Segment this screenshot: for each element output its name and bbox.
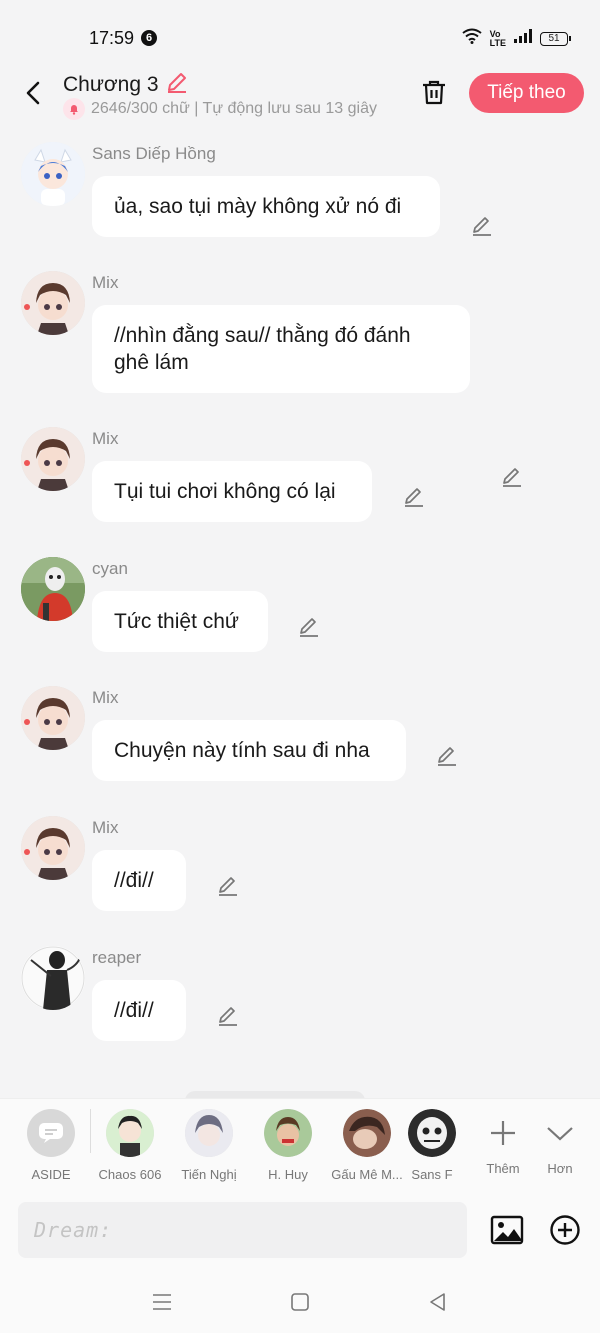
battery-icon: 51 — [540, 31, 571, 46]
edit-message-icon[interactable] — [216, 873, 240, 897]
message-bubble[interactable]: Tức thiệt chứ — [92, 591, 268, 652]
avatar[interactable] — [21, 686, 85, 750]
square-icon — [291, 1293, 309, 1311]
delete-button[interactable] — [418, 76, 450, 108]
collapse-characters-button[interactable]: Hơn — [520, 1109, 600, 1176]
home-button[interactable] — [288, 1290, 312, 1314]
edit-message-icon[interactable] — [297, 614, 321, 638]
avatar[interactable] — [21, 946, 85, 1010]
edit-title-icon[interactable] — [165, 70, 189, 99]
system-nav-bar — [0, 1270, 600, 1333]
back-nav-button[interactable] — [426, 1290, 450, 1314]
message-bubble[interactable]: //đi// — [92, 980, 186, 1041]
status-bar: 17:59 6 Vo LTE 51 — [0, 0, 600, 70]
chapter-title: Chương 3 — [63, 72, 159, 96]
character-sans[interactable]: Sans F — [406, 1109, 458, 1182]
chevron-down-icon — [536, 1109, 584, 1157]
edit-message-icon[interactable] — [470, 213, 494, 237]
character-name: ASIDE — [31, 1167, 71, 1182]
avatar[interactable] — [21, 271, 85, 335]
image-icon — [490, 1215, 524, 1245]
chapter-title-row: Chương 3 — [63, 70, 189, 99]
character-name: Gấu Mê M... — [331, 1167, 403, 1182]
character-name: H. Huy — [268, 1167, 308, 1182]
message-bubble[interactable]: //nhìn đằng sau// thằng đó đánh ghê lám — [92, 305, 470, 393]
wifi-icon — [462, 28, 482, 49]
character-selector: ASIDE Chaos 606 Tiến Nghị H. Huy Gấu Mê … — [0, 1098, 600, 1190]
sender-name: reaper — [92, 948, 142, 967]
avatar — [106, 1109, 154, 1157]
message-input[interactable] — [18, 1202, 467, 1258]
chat-area: Sans Diếp Hồng ủa, sao tụi mày không xử … — [0, 125, 600, 1098]
message-bubble[interactable]: Chuyện này tính sau đi nha — [92, 720, 406, 781]
collapse-label: Hơn — [547, 1161, 573, 1176]
character-gau-me[interactable]: Gấu Mê M... — [327, 1109, 407, 1182]
character-name: Chaos 606 — [98, 1167, 162, 1182]
status-indicators: Vo LTE 51 — [462, 28, 571, 49]
avatar — [343, 1109, 391, 1157]
add-button[interactable] — [548, 1213, 582, 1247]
message-bubble[interactable]: //đi// — [92, 850, 186, 911]
menu-icon — [153, 1294, 171, 1310]
character-chaos-606[interactable]: Chaos 606 — [90, 1109, 170, 1182]
sender-name: Sans Diếp Hồng — [92, 144, 216, 163]
avatar[interactable] — [21, 557, 85, 621]
character-aside[interactable]: ASIDE — [11, 1109, 91, 1182]
next-button[interactable]: Tiếp theo — [469, 73, 584, 113]
avatar[interactable] — [21, 427, 85, 491]
avatar[interactable] — [21, 142, 85, 206]
avatar[interactable] — [21, 816, 85, 880]
avatar — [264, 1109, 312, 1157]
sender-name: Mix — [92, 688, 119, 707]
character-tien-nghi[interactable]: Tiến Nghị — [169, 1109, 249, 1182]
status-time: 17:59 — [89, 28, 135, 48]
editor-header: Chương 3 2646/300 chữ | Tự động lưu sau … — [0, 70, 600, 125]
signal-icon — [514, 29, 532, 48]
character-name: Tiến Nghị — [181, 1167, 237, 1182]
sender-name: Mix — [92, 273, 119, 292]
aside-icon — [27, 1109, 75, 1157]
word-count-row: 2646/300 chữ | Tự động lưu sau 13 giây — [63, 98, 397, 120]
edit-message-icon[interactable] — [500, 464, 524, 488]
volte-indicator: Vo LTE — [489, 28, 506, 48]
notification-count-badge: 6 — [141, 30, 157, 46]
character-name: Sans F — [411, 1167, 453, 1182]
triangle-back-icon — [430, 1293, 445, 1311]
character-h-huy[interactable]: H. Huy — [248, 1109, 328, 1182]
plus-circle-icon — [550, 1215, 580, 1245]
back-button[interactable] — [18, 78, 48, 108]
insert-image-button[interactable] — [490, 1213, 524, 1247]
avatar — [185, 1109, 233, 1157]
sender-name: Mix — [92, 429, 119, 448]
sender-name: Mix — [92, 818, 119, 837]
trash-icon — [423, 80, 445, 105]
recents-button[interactable] — [150, 1290, 174, 1314]
chevron-left-icon — [26, 81, 40, 105]
sender-name: cyan — [92, 559, 128, 578]
avatar — [408, 1109, 456, 1157]
message-bubble[interactable]: Tụi tui chơi không có lại — [92, 461, 372, 522]
edit-message-icon[interactable] — [402, 484, 426, 508]
bell-icon — [63, 98, 85, 120]
word-count-autosave-text: 2646/300 chữ | Tự động lưu sau 13 giây — [91, 100, 377, 117]
composer — [0, 1190, 600, 1270]
edit-message-icon[interactable] — [216, 1003, 240, 1027]
edit-message-icon[interactable] — [435, 743, 459, 767]
message-bubble[interactable]: ủa, sao tụi mày không xử nó đi — [92, 176, 440, 237]
